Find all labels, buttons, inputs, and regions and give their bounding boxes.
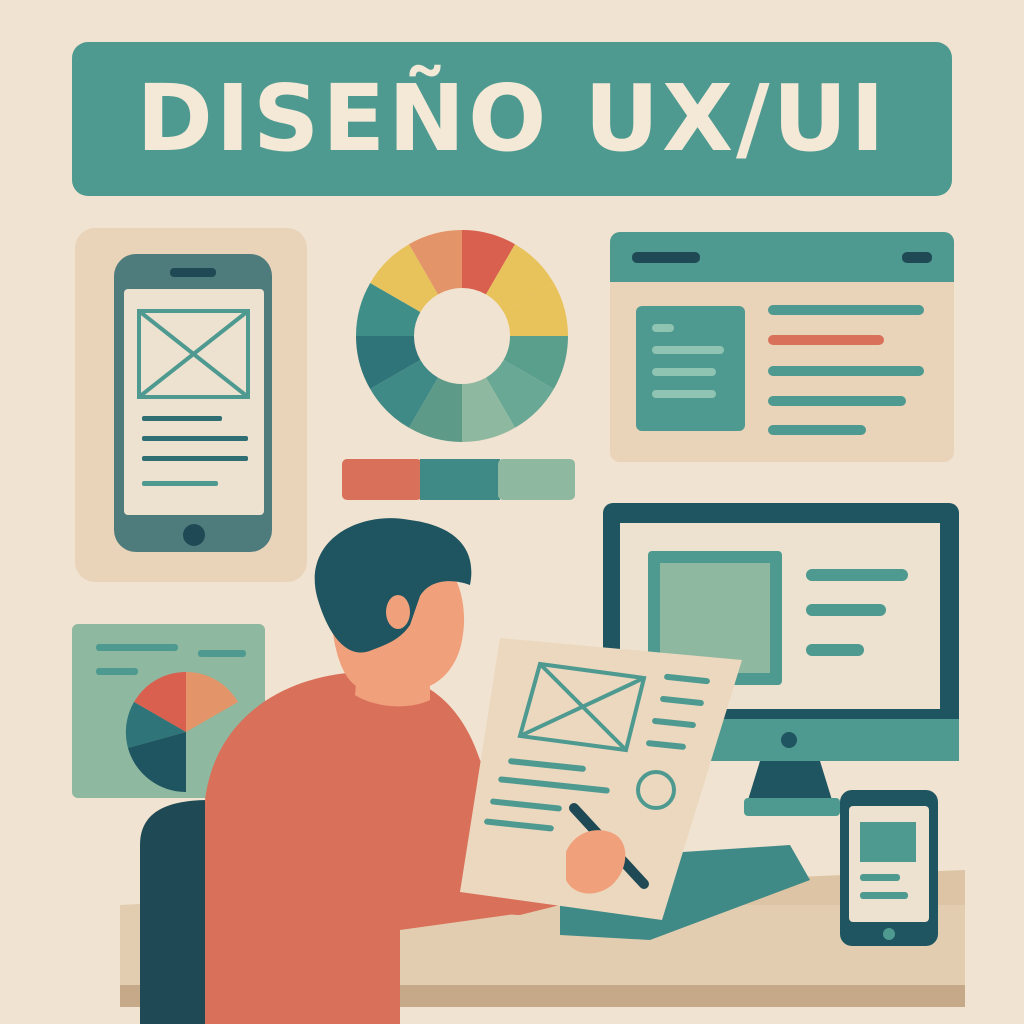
color-wheel-icon [356,230,568,442]
illustration: DISEÑO UX/UI [0,0,1024,1024]
color-swatches [342,459,575,500]
small-phone-icon [840,790,938,946]
phone-wireframe-icon [75,228,307,582]
browser-window-icon [610,232,954,462]
scene-art [72,228,965,1024]
